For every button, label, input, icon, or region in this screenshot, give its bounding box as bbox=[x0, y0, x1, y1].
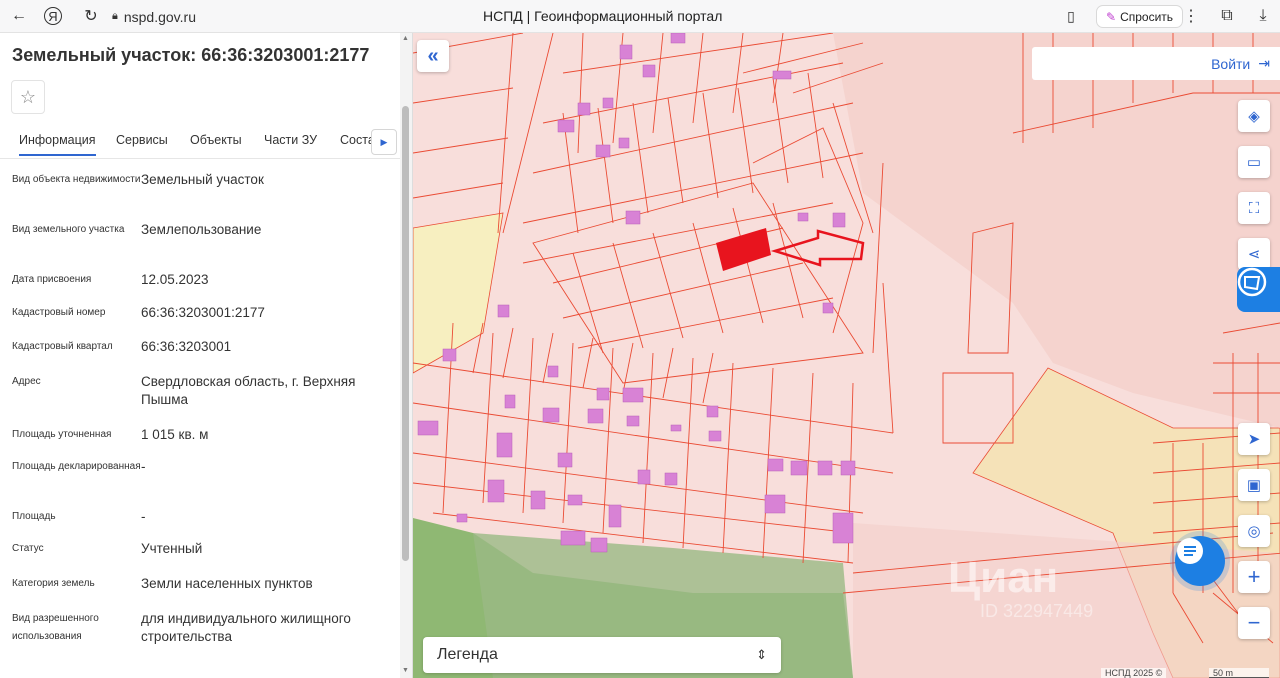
tab-parts[interactable]: Части ЗУ bbox=[264, 133, 317, 147]
attribute-label: Кадастровый номер bbox=[12, 307, 106, 318]
watermark: Циан bbox=[948, 553, 1059, 602]
scroll-up-icon[interactable]: ▲ bbox=[402, 35, 409, 42]
attribute-value: Свердловская область, г. Верхняя Пышма bbox=[141, 374, 356, 407]
lock-icon: 🔒︎ bbox=[112, 10, 118, 22]
attribute-row: Категория земель Земли населенных пункто… bbox=[12, 575, 397, 610]
map-scale: 50 m bbox=[1209, 668, 1269, 678]
nspd-logo-icon[interactable] bbox=[1237, 267, 1280, 312]
attribute-value: Учтенный bbox=[141, 541, 203, 556]
attribute-label: Статус bbox=[12, 543, 44, 554]
tabs-scroll-right-icon[interactable]: ▶ bbox=[371, 129, 397, 155]
download-icon[interactable]: ⤓ bbox=[1252, 5, 1274, 27]
attributes-list: Вид объекта недвижимости Земельный участ… bbox=[12, 171, 397, 660]
browser-toolbar: ← Я ↻ 🔒︎ nspd.gov.ru НСПД | Геоинформаци… bbox=[0, 0, 1280, 33]
attribute-row: Адрес Свердловская область, г. Верхняя П… bbox=[12, 373, 397, 426]
back-icon[interactable]: ← bbox=[8, 5, 30, 27]
attribute-row: Вид разрешенного использования для индив… bbox=[12, 610, 397, 660]
zoom-in-icon[interactable]: + bbox=[1238, 561, 1270, 593]
ruler-icon[interactable]: ▭ bbox=[1238, 146, 1270, 178]
attribute-row: Кадастровый номер 66:36:3203001:2177 bbox=[12, 304, 397, 338]
info-panel: Земельный участок: 66:36:3203001:2177 ☆ … bbox=[0, 33, 413, 678]
attribute-value: - bbox=[141, 509, 146, 524]
select-area-icon[interactable]: ⛶ bbox=[1238, 192, 1270, 224]
attribute-label: Площадь декларированная bbox=[12, 461, 141, 472]
attribute-label: Категория земель bbox=[12, 578, 95, 589]
url-text: nspd.gov.ru bbox=[123, 8, 196, 25]
chat-icon[interactable] bbox=[1175, 536, 1225, 586]
collapse-panel-icon[interactable]: « bbox=[417, 40, 449, 72]
ask-label: Спросить bbox=[1120, 9, 1174, 24]
login-icon: ⇥ bbox=[1258, 55, 1270, 71]
more-icon[interactable]: ⋮ bbox=[1180, 5, 1202, 27]
ai-icon: ✎ bbox=[1106, 9, 1117, 24]
minimap-icon[interactable]: ▣ bbox=[1238, 469, 1270, 501]
legend-label: Легенда bbox=[437, 646, 498, 663]
attribute-row: Площадь уточненная 1 015 кв. м bbox=[12, 426, 397, 458]
profile-icon[interactable]: ⧉ bbox=[1216, 5, 1238, 27]
zoom-out-icon[interactable]: − bbox=[1238, 607, 1270, 639]
attribute-row: Вид земельного участка Землепользование bbox=[12, 221, 397, 271]
attribute-row: Площадь декларированная - bbox=[12, 458, 397, 508]
attribute-label: Вид земельного участка bbox=[12, 224, 125, 235]
bookmark-icon[interactable]: ▯ bbox=[1060, 5, 1082, 27]
yandex-icon[interactable]: Я bbox=[44, 7, 62, 25]
geolocate-icon[interactable]: ➤ bbox=[1238, 423, 1270, 455]
cadastral-map bbox=[413, 33, 1280, 678]
attribute-label: Дата присвоения bbox=[12, 274, 92, 285]
attribute-value: Земли населенных пунктов bbox=[141, 576, 313, 591]
attribute-value: 66:36:3203001 bbox=[141, 339, 232, 354]
attribute-value: Землепользование bbox=[141, 222, 262, 237]
attribute-row: Вид объекта недвижимости Земельный участ… bbox=[12, 171, 397, 221]
tab-info[interactable]: Информация bbox=[19, 133, 96, 156]
attribute-value: 12.05.2023 bbox=[141, 272, 209, 287]
attribute-value: - bbox=[141, 459, 146, 474]
share-icon[interactable]: ⋖ bbox=[1238, 238, 1270, 270]
attribute-label: Вид объекта недвижимости bbox=[12, 174, 141, 185]
login-button[interactable]: Войти ⇥ bbox=[1032, 47, 1280, 80]
attribute-label: Площадь уточненная bbox=[12, 429, 112, 440]
map-view[interactable]: Циан ID 322947449 « Войти ⇥ ◈ ▭ ⛶ ⋖ ➤ ▣ … bbox=[413, 33, 1280, 678]
map-attribution: НСПД 2025 © bbox=[1101, 668, 1167, 678]
tab-services[interactable]: Сервисы bbox=[116, 133, 168, 147]
login-label: Войти bbox=[1211, 55, 1251, 72]
parcel-title: Земельный участок: 66:36:3203001:2177 bbox=[12, 45, 370, 65]
favorite-star-icon[interactable]: ☆ bbox=[11, 80, 45, 114]
attribute-value: 66:36:3203001:2177 bbox=[141, 305, 265, 320]
tab-objects[interactable]: Объекты bbox=[190, 133, 242, 147]
tab-bar: Информация Сервисы Объекты Части ЗУ Сост… bbox=[0, 129, 400, 159]
attribute-row: Кадастровый квартал 66:36:3203001 bbox=[12, 338, 397, 373]
reload-icon[interactable]: ↻ bbox=[80, 5, 102, 27]
legend-select[interactable]: Легенда ⇕ bbox=[423, 637, 781, 673]
address-bar[interactable]: 🔒︎ nspd.gov.ru bbox=[112, 6, 196, 27]
attribute-label: Вид разрешенного использования bbox=[12, 613, 99, 642]
attribute-row: Статус Учтенный bbox=[12, 540, 397, 575]
page-title: НСПД | Геоинформационный портал bbox=[483, 8, 723, 24]
attribute-label: Адрес bbox=[12, 376, 41, 387]
attribute-label: Площадь bbox=[12, 511, 56, 522]
search-location-icon[interactable]: ◎ bbox=[1238, 515, 1270, 547]
tab-composition[interactable]: Соста bbox=[340, 133, 375, 147]
scroll-down-icon[interactable]: ▼ bbox=[402, 667, 409, 674]
chevron-updown-icon: ⇕ bbox=[756, 647, 767, 662]
scroll-thumb[interactable] bbox=[402, 106, 409, 561]
attribute-value: 1 015 кв. м bbox=[141, 427, 209, 442]
attribute-row: Дата присвоения 12.05.2023 bbox=[12, 271, 397, 304]
attribute-value: Земельный участок bbox=[141, 172, 264, 187]
attribute-value: для индивидуального жилищного строительс… bbox=[141, 611, 351, 644]
attribute-row: Площадь - bbox=[12, 508, 397, 540]
attribute-label: Кадастровый квартал bbox=[12, 341, 113, 352]
ask-button[interactable]: ✎ Спросить bbox=[1096, 5, 1184, 28]
layers-icon[interactable]: ◈ bbox=[1238, 100, 1270, 132]
watermark-id: ID 322947449 bbox=[980, 601, 1094, 621]
